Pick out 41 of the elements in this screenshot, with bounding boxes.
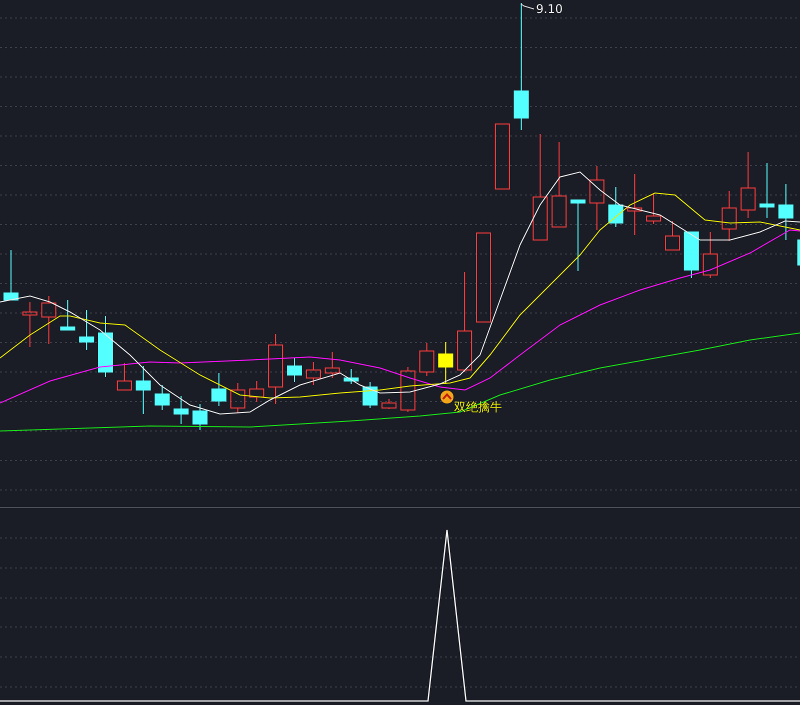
candlestick xyxy=(154,384,170,410)
candlestick xyxy=(41,296,56,344)
candlestick xyxy=(136,366,151,414)
candlestick xyxy=(4,250,18,300)
candlestick xyxy=(778,184,794,240)
candlestick xyxy=(287,358,302,382)
candlestick xyxy=(344,368,359,384)
candlestick xyxy=(722,190,737,242)
candlestick xyxy=(174,396,189,424)
candlestick xyxy=(702,232,718,278)
candlestick xyxy=(324,352,340,378)
candlestick xyxy=(60,300,76,330)
candlestick xyxy=(740,152,756,218)
candlestick xyxy=(400,366,416,412)
candlestick xyxy=(249,380,264,402)
candlestick xyxy=(608,186,624,228)
candlestick xyxy=(362,382,378,408)
candlestick xyxy=(268,334,284,404)
buy-signal-icon xyxy=(440,390,454,404)
candlestick xyxy=(382,398,396,410)
candlestick xyxy=(116,362,132,390)
high-price-label: 9.10 xyxy=(536,2,563,16)
candlestick xyxy=(797,240,800,266)
candlestick xyxy=(760,162,774,218)
candlestick xyxy=(494,124,510,190)
candlestick xyxy=(79,310,94,350)
candlestick xyxy=(211,372,226,406)
candlestick xyxy=(570,200,586,272)
candlestick xyxy=(192,404,208,430)
candlestick xyxy=(627,174,642,236)
candlestick xyxy=(419,342,434,376)
candlestick xyxy=(22,302,38,348)
candlestick xyxy=(306,362,321,386)
candlestick xyxy=(646,192,662,224)
candlestick xyxy=(230,382,246,414)
candlestick xyxy=(589,166,604,230)
candlestick xyxy=(684,232,699,278)
candlestick xyxy=(98,316,113,378)
candlestick xyxy=(665,220,680,250)
leader-line xyxy=(520,4,534,10)
candlestick xyxy=(438,342,454,384)
